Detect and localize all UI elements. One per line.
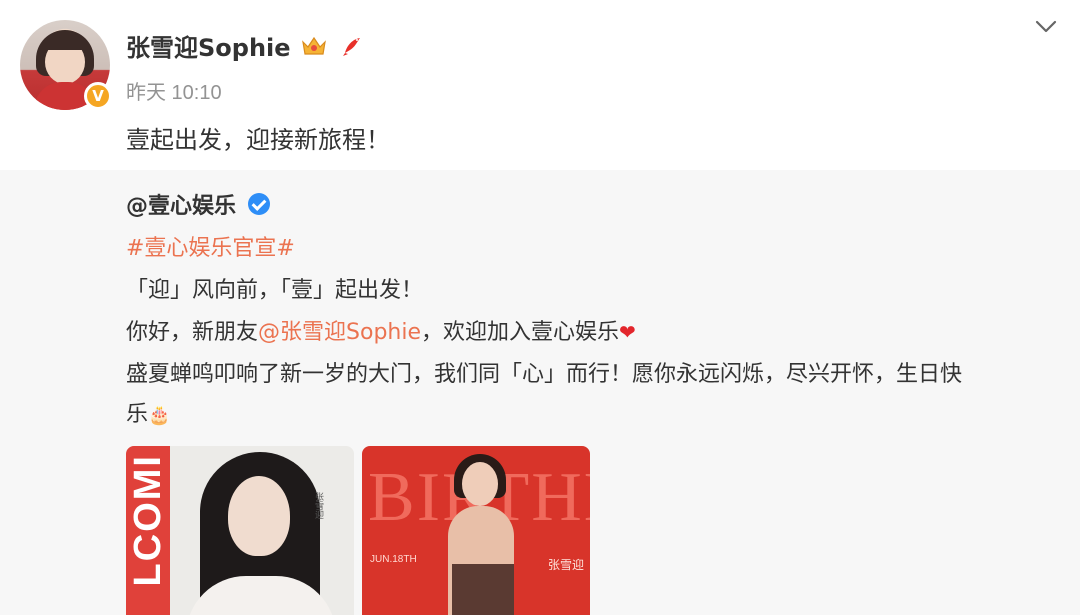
chevron-down-icon[interactable] <box>1034 16 1058 36</box>
line4-text: 乐 <box>126 402 149 427</box>
crown-icon[interactable] <box>301 34 327 58</box>
cake-icon: 🎂 <box>148 405 171 426</box>
post-image-1[interactable]: LCOMI 张雪迎 <box>126 446 354 615</box>
image1-label: 张雪迎 <box>313 492 323 519</box>
hashtag-link[interactable]: #壹心娱乐官宣# <box>126 230 295 262</box>
repost-line-3: 盛夏蝉鸣叩响了新一岁的大门，我们同「心」而行！愿你永远闪烁，尽兴开怀，生日快 <box>126 362 963 387</box>
post-image-2[interactable]: BIRTHDAY JUN.18TH 张雪迎 <box>362 446 590 615</box>
repost-card[interactable]: @壹心娱乐 #壹心娱乐官宣# 「迎」风向前，「壹」起出发！ 你好，新朋友@张雪迎… <box>0 170 1080 615</box>
user-avatar[interactable]: V <box>20 20 112 110</box>
repost-line-1: 「迎」风向前，「壹」起出发！ <box>126 278 424 303</box>
repost-line-2: 你好，新朋友@张雪迎Sophie，欢迎加入壹心娱乐❤ <box>126 314 636 346</box>
user-name[interactable]: 张雪迎Sophie <box>126 28 291 63</box>
name-row: 张雪迎Sophie <box>126 28 363 63</box>
post-header: V 张雪迎Sophie 昨天 10:10 壹起出发，迎接新旅程！ <box>0 0 1080 170</box>
image2-label: 张雪迎 <box>548 558 585 572</box>
post-text: 壹起出发，迎接新旅程！ <box>126 126 390 154</box>
koi-icon[interactable] <box>341 35 363 57</box>
verified-check-icon <box>248 193 271 215</box>
heart-icon: ❤ <box>619 320 636 344</box>
line2-prefix: 你好，新朋友 <box>126 320 259 345</box>
repost-author-row: @壹心娱乐 <box>126 188 271 220</box>
repost-author[interactable]: @壹心娱乐 <box>126 188 236 220</box>
verified-v-icon: V <box>84 82 112 110</box>
repost-line-4: 乐🎂 <box>126 396 170 428</box>
image2-date: JUN.18TH <box>370 554 417 565</box>
line2-suffix: ，欢迎加入壹心娱乐 <box>421 320 620 345</box>
mention-link[interactable]: @张雪迎Sophie <box>258 320 421 345</box>
image1-text: LCOMI <box>127 454 169 587</box>
post-timestamp[interactable]: 昨天 10:10 <box>126 76 222 105</box>
